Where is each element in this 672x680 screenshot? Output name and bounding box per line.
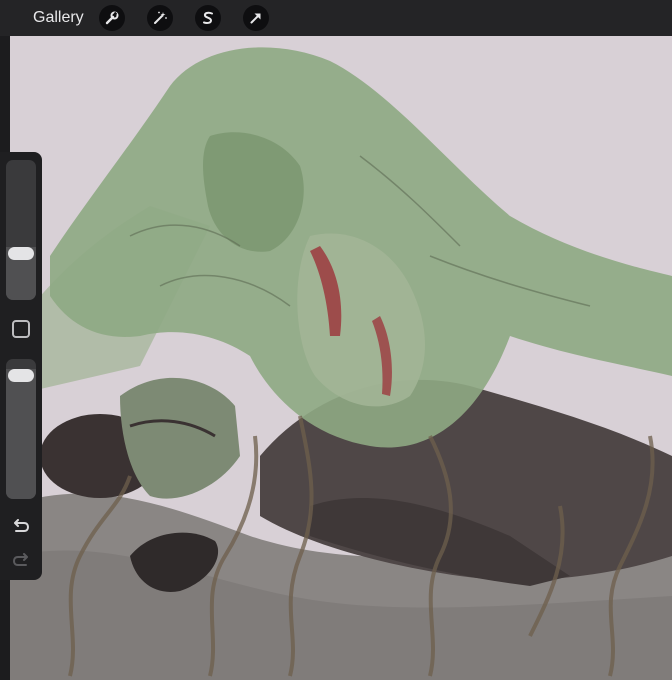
redo-icon: [12, 553, 28, 566]
opacity-thumb[interactable]: [8, 368, 34, 382]
top-toolbar: Gallery: [0, 0, 672, 36]
opacity-slider[interactable]: [6, 359, 36, 499]
actions-button[interactable]: [98, 5, 125, 31]
transform-button[interactable]: [242, 5, 269, 31]
left-sidebar: [0, 152, 42, 580]
opacity-fill: [6, 368, 36, 499]
undo-button[interactable]: [11, 518, 31, 536]
gallery-button[interactable]: Gallery: [33, 9, 84, 27]
artwork-illustration: [10, 36, 672, 680]
modify-square-icon[interactable]: [12, 320, 30, 338]
selection-s-icon: [202, 11, 213, 24]
brush-size-thumb[interactable]: [8, 247, 34, 261]
transform-arrow-icon: [250, 13, 261, 24]
brush-size-slider[interactable]: [6, 160, 36, 300]
undo-icon: [14, 519, 30, 532]
adjustments-magic-wand-icon: [153, 11, 167, 24]
selection-button[interactable]: [194, 5, 221, 31]
adjustments-button[interactable]: [146, 5, 173, 31]
drawing-canvas[interactable]: [10, 36, 672, 680]
redo-button[interactable]: [11, 552, 31, 570]
actions-wrench-icon: [105, 11, 119, 25]
